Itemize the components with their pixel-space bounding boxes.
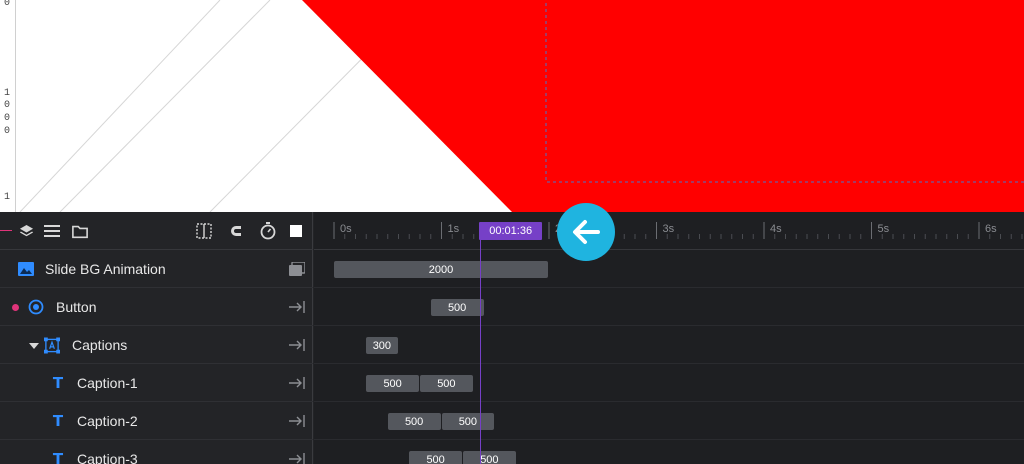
- timeline-tracks[interactable]: 0s1s2s3s4s5s6s 2000500300500500500500500…: [314, 212, 1024, 464]
- canvas-graphics: [19, 0, 1024, 212]
- pink-line: [0, 230, 12, 231]
- ruler-tick-label: 4s: [770, 223, 782, 235]
- layer-label: Slide BG Animation: [45, 261, 166, 277]
- text-t-icon: T: [52, 412, 64, 430]
- layer-row-slide-bg[interactable]: Slide BG Animation: [0, 250, 313, 288]
- ruler-digit: 0: [4, 100, 11, 111]
- arrow-left-icon: [573, 220, 600, 244]
- layer-row-caption-2[interactable]: T Caption-2: [0, 402, 313, 440]
- images-icon[interactable]: [289, 261, 305, 277]
- guide-line: [19, 0, 221, 212]
- animation-bar[interactable]: 500: [463, 451, 516, 464]
- timeline-panel: Slide BG Animation Button Captions T Cap…: [0, 203, 1024, 464]
- ruler-tick-label: 5s: [877, 223, 890, 235]
- back-button[interactable]: [557, 203, 615, 261]
- layer-row-button[interactable]: Button: [0, 288, 313, 326]
- arrow-to-end-icon[interactable]: [289, 451, 305, 464]
- ruler-digit: 1: [4, 88, 11, 99]
- layer-label: Caption-1: [77, 375, 138, 391]
- timer-icon[interactable]: [260, 222, 276, 240]
- arrow-to-end-icon[interactable]: [289, 375, 305, 391]
- caret-down-icon[interactable]: [29, 343, 39, 349]
- layer-row-caption-3[interactable]: T Caption-3: [0, 440, 313, 464]
- target-icon: [28, 299, 44, 315]
- arrow-to-end-icon[interactable]: [289, 413, 305, 429]
- ruler-digit: 0: [4, 126, 11, 137]
- red-layer[interactable]: [302, 0, 1024, 212]
- ruler-tick-label: 1s: [447, 223, 460, 235]
- animation-bar[interactable]: 300: [366, 337, 398, 354]
- app-root: 0 1 0 0 0 1 Slide BG Animation Button Ca…: [0, 0, 1024, 464]
- image-icon: [18, 261, 34, 277]
- timeline-toolbar: [0, 212, 313, 250]
- text-frame-icon: [44, 337, 60, 353]
- vertical-ruler: 0 1 0 0 0 1: [0, 0, 16, 212]
- guide-line: [59, 0, 271, 212]
- animation-bar[interactable]: 500: [441, 413, 495, 430]
- ruler-digit: 1: [4, 192, 11, 203]
- magnet-icon[interactable]: [228, 223, 244, 239]
- layer-list: Slide BG Animation Button Captions T Cap…: [0, 212, 313, 464]
- layer-row-captions[interactable]: Captions: [0, 326, 313, 364]
- ruler-tick-label: 3s: [662, 223, 675, 235]
- arrow-to-end-icon[interactable]: [289, 337, 305, 353]
- grid-icon[interactable]: [196, 223, 212, 239]
- folder-icon[interactable]: [72, 223, 88, 239]
- pink-dot-marker: [12, 304, 19, 311]
- slide-canvas[interactable]: 0 1 0 0 0 1: [0, 0, 1024, 212]
- track-row[interactable]: [314, 326, 1024, 364]
- layers-icon[interactable]: [18, 223, 34, 239]
- time-ruler[interactable]: 0s1s2s3s4s5s6s: [314, 212, 1024, 250]
- ruler-digit: 0: [4, 0, 11, 9]
- playhead-time[interactable]: 00:01:36: [479, 222, 543, 240]
- animation-bar[interactable]: 500: [430, 299, 484, 316]
- layer-row-caption-1[interactable]: T Caption-1: [0, 364, 313, 402]
- text-t-icon: T: [52, 374, 64, 392]
- animation-bar[interactable]: 500: [409, 451, 462, 464]
- stop-icon[interactable]: [288, 223, 304, 239]
- ruler-tick-label: 6s: [985, 223, 997, 235]
- layer-label: Button: [56, 299, 97, 315]
- menu-icon[interactable]: [44, 223, 60, 239]
- layer-label: Captions: [72, 337, 128, 353]
- ruler-digit: 0: [4, 113, 11, 124]
- animation-bar[interactable]: 500: [366, 375, 419, 392]
- text-t-icon: T: [52, 450, 64, 464]
- arrow-to-end-icon[interactable]: [289, 299, 305, 315]
- layer-label: Caption-3: [77, 451, 138, 464]
- layer-label: Caption-2: [77, 413, 138, 429]
- playhead-line[interactable]: [480, 222, 482, 464]
- animation-bar[interactable]: 500: [387, 413, 441, 430]
- track-row[interactable]: [314, 288, 1024, 326]
- animation-bar[interactable]: 2000: [334, 261, 548, 278]
- ruler-tick-label: 0s: [340, 223, 352, 235]
- animation-bar[interactable]: 500: [420, 375, 473, 392]
